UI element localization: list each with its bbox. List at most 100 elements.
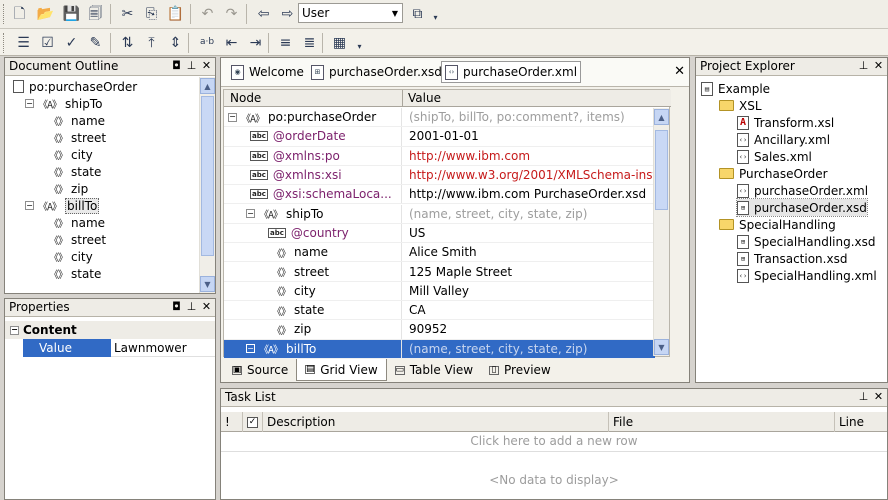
value-cell[interactable]: (name, street, city, state, zip) — [405, 340, 655, 358]
new-file-icon[interactable]: 🗋 — [10, 4, 29, 23]
check-icon[interactable]: ✓ — [62, 33, 81, 52]
expand-icon[interactable]: ⇕ — [166, 33, 185, 52]
pin-icon[interactable]: ⊥ — [186, 300, 197, 313]
property-name[interactable]: Value — [23, 339, 111, 357]
col-divider[interactable] — [402, 90, 403, 107]
pin-icon[interactable]: ⊥ — [858, 59, 869, 72]
outline-item[interactable]: 《》 name — [49, 112, 105, 129]
collapse-icon[interactable]: − — [228, 112, 237, 122]
scroll-thumb[interactable] — [201, 96, 214, 256]
toolbar-grip[interactable] — [3, 33, 6, 53]
outline-item[interactable]: 《》 street — [49, 129, 106, 146]
node-cell[interactable]: abc @xmlns:po — [224, 146, 402, 165]
collapse-icon[interactable]: − — [10, 325, 19, 335]
close-icon[interactable]: ✕ — [674, 64, 685, 79]
add-row-prompt[interactable]: Click here to add a new row — [221, 434, 887, 452]
value-cell[interactable]: CA — [405, 301, 655, 319]
tab-welcome[interactable]: ◉ Welcome — [231, 62, 304, 82]
value-cell[interactable]: http://www.ibm.com PurchaseOrder.xsd — [405, 185, 655, 203]
outline-item[interactable]: po:purchaseOrder — [13, 78, 137, 95]
list-icon[interactable]: ≡ — [276, 33, 295, 52]
pin-icon[interactable]: ⊥ — [186, 59, 197, 72]
node-cell[interactable]: abc @xsi:schemaLoca... — [224, 185, 402, 204]
grid-row[interactable]: abc @xmlns:xsi http://www.w3.org/2001/XMLS… — [224, 165, 655, 186]
checkbox-icon[interactable]: ✓ — [247, 416, 258, 428]
save-all-icon[interactable]: 🗐 — [86, 4, 105, 23]
schema-icon[interactable]: ▦ — [330, 33, 349, 52]
copy-icon[interactable]: ⎘ — [142, 4, 161, 23]
project-item[interactable]: ‹› purchaseOrder.xml — [737, 182, 868, 199]
col-checked[interactable]: ✓ — [243, 412, 263, 432]
forward-icon[interactable]: ⇨ — [278, 4, 297, 23]
back-icon[interactable]: ⇦ — [254, 4, 273, 23]
window-layout-icon[interactable]: ⧉ — [408, 4, 427, 23]
toolbar-grip[interactable] — [3, 4, 6, 24]
outline-item[interactable]: 《》 zip — [49, 180, 88, 197]
node-cell[interactable]: 《》 city — [224, 281, 402, 300]
close-icon[interactable]: ✕ — [201, 300, 212, 313]
node-cell[interactable]: abc @country — [224, 223, 402, 243]
scroll-thumb[interactable] — [655, 130, 668, 210]
undo-icon[interactable]: ↶ — [198, 4, 217, 23]
collapse-icon[interactable]: − — [246, 344, 255, 354]
col-priority[interactable]: ! — [221, 412, 243, 432]
chevron-down-icon[interactable]: ▾ — [426, 8, 445, 27]
node-cell[interactable]: 《》 street — [224, 262, 402, 281]
redo-icon[interactable]: ↷ — [222, 4, 241, 23]
grid-row[interactable]: abc @orderDate 2001-01-01 — [224, 127, 655, 147]
collapse-icon[interactable]: − — [25, 201, 34, 210]
tab-preview[interactable]: ▯ Preview — [481, 359, 559, 381]
project-item[interactable]: ▤ Example — [701, 80, 770, 97]
node-cell[interactable]: − 《A》 billTo — [224, 339, 402, 358]
outline-item[interactable]: − 《A》 shipTo — [25, 95, 102, 112]
cut-icon[interactable]: ✂ — [118, 4, 137, 23]
edit-icon[interactable]: ✎ — [86, 33, 105, 52]
collapse-icon[interactable]: − — [25, 99, 34, 108]
col-node[interactable]: Node — [230, 91, 261, 105]
sort-top-icon[interactable]: ⤒ — [142, 33, 161, 52]
chevron-down-icon[interactable]: ▾ — [350, 37, 369, 56]
tab-purchaseorder-xml[interactable]: ‹› purchaseOrder.xml — [441, 61, 582, 83]
value-cell[interactable]: (shipTo, billTo, po:comment?, items) — [405, 108, 655, 126]
save-icon[interactable]: 💾 — [62, 4, 81, 23]
grid-row[interactable]: 《》 street 125 Maple Street — [224, 262, 655, 282]
dropdown-icon[interactable]: ◘ — [171, 59, 182, 72]
tab-source[interactable]: ▣ Source — [224, 359, 296, 381]
col-description[interactable]: Description — [263, 412, 609, 432]
grid-row[interactable]: − 《A》 po:purchaseOrder (shipTo, billTo, po:… — [224, 108, 655, 128]
close-icon[interactable]: ✕ — [873, 59, 884, 72]
grid-row[interactable]: abc @xmlns:po http://www.ibm.com — [224, 146, 655, 166]
paste-icon[interactable]: 📋 — [166, 4, 185, 23]
node-cell[interactable]: abc @orderDate — [224, 127, 402, 146]
outline-item[interactable]: 《》 city — [49, 248, 93, 265]
project-item[interactable]: A Transform.xsl — [737, 114, 834, 131]
grid-row[interactable]: − 《A》 billTo (name, street, city, state, zi… — [224, 339, 655, 359]
sort-asc-icon[interactable]: ⇅ — [118, 33, 137, 52]
outline-item[interactable]: 《》 state — [49, 265, 101, 282]
tab-table-view[interactable]: ▭ Table View — [387, 359, 481, 381]
project-item[interactable]: ‹› Ancillary.xml — [737, 131, 830, 148]
project-item[interactable]: ⊞ Transaction.xsd — [737, 250, 847, 267]
scroll-down-icon[interactable]: ▼ — [654, 339, 669, 355]
node-cell[interactable]: 《》 zip — [224, 320, 402, 339]
list-numbered-icon[interactable]: ≣ — [300, 33, 319, 52]
value-cell[interactable]: 2001-01-01 — [405, 127, 655, 145]
node-cell[interactable]: abc @xmlns:xsi — [224, 165, 402, 185]
project-item[interactable]: PurchaseOrder — [719, 165, 828, 182]
dropdown-icon[interactable]: ◘ — [171, 300, 182, 313]
project-item[interactable]: SpecialHandling — [719, 216, 836, 233]
value-cell[interactable]: US — [405, 224, 655, 242]
scroll-up-icon[interactable]: ▲ — [200, 78, 215, 94]
value-cell[interactable]: (name, street, city, state, zip) — [405, 205, 655, 223]
project-item[interactable]: ⊞ purchaseOrder.xsd — [736, 198, 868, 217]
value-cell[interactable]: http://www.w3.org/2001/XMLSchema-instanc… — [405, 166, 655, 184]
outline-item[interactable]: 《》 state — [49, 163, 101, 180]
outline-scrollbar[interactable]: ▲ ▼ — [199, 77, 215, 293]
project-item[interactable]: ⊞ SpecialHandling.xsd — [737, 233, 876, 250]
user-combo[interactable]: User ▼ — [298, 3, 403, 23]
col-value[interactable]: Value — [408, 91, 441, 105]
property-value[interactable]: Lawnmower — [111, 339, 215, 357]
scroll-down-icon[interactable]: ▼ — [200, 276, 215, 292]
close-icon[interactable]: ✕ — [873, 390, 884, 403]
col-line[interactable]: Line — [835, 412, 887, 432]
